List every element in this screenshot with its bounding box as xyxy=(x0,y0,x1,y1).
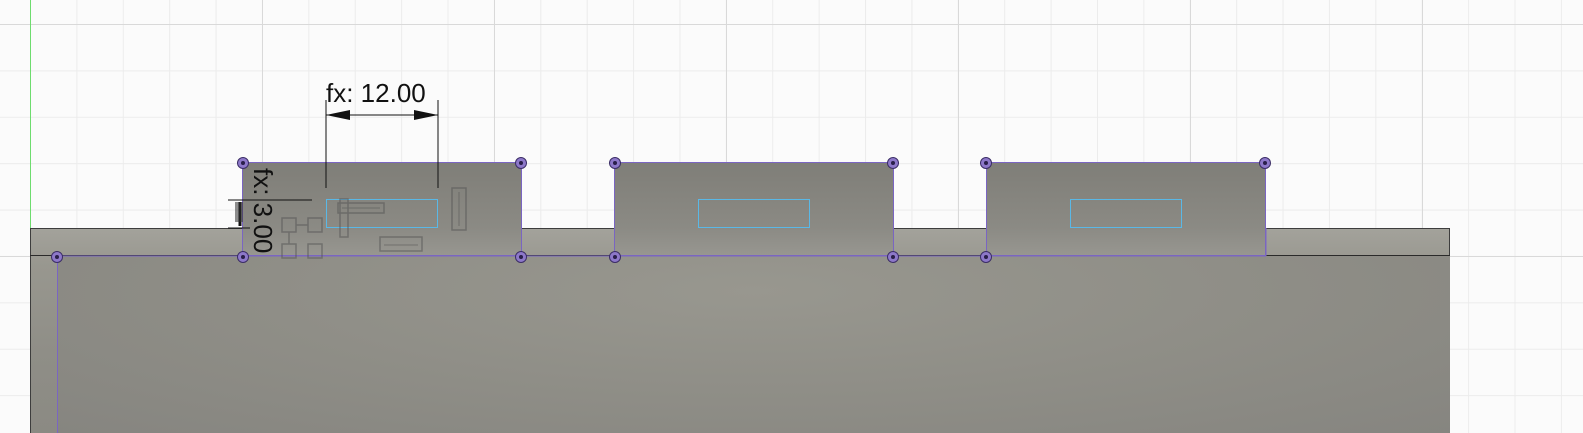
dimension-vertical-label[interactable]: fx: 3.00 xyxy=(248,168,278,253)
sketch-point[interactable] xyxy=(887,251,899,263)
sketch-point[interactable] xyxy=(515,157,527,169)
sketch-point[interactable] xyxy=(237,251,249,263)
sketch-point[interactable] xyxy=(609,251,621,263)
sketch-point[interactable] xyxy=(51,251,63,263)
dimension-horizontal-label[interactable]: fx: 12.00 xyxy=(326,80,426,106)
dim-h-arrow-left xyxy=(326,110,350,120)
parallel-constraint-icon[interactable] xyxy=(378,235,424,253)
sketch-point[interactable] xyxy=(1259,157,1271,169)
coincident-constraint-icon[interactable] xyxy=(278,214,326,262)
sketch-point[interactable] xyxy=(237,157,249,169)
sketch-point[interactable] xyxy=(609,157,621,169)
sketch-point[interactable] xyxy=(980,251,992,263)
vertical-constraint-icon[interactable] xyxy=(448,186,470,232)
sketch-point[interactable] xyxy=(980,157,992,169)
sketch-point[interactable] xyxy=(887,157,899,169)
sketch-point[interactable] xyxy=(515,251,527,263)
dim-h-arrow-right xyxy=(414,110,438,120)
fix-constraint-icon[interactable] xyxy=(234,198,244,226)
sketch-canvas[interactable]: fx: 12.00 fx: 3.00 xyxy=(0,0,1583,433)
